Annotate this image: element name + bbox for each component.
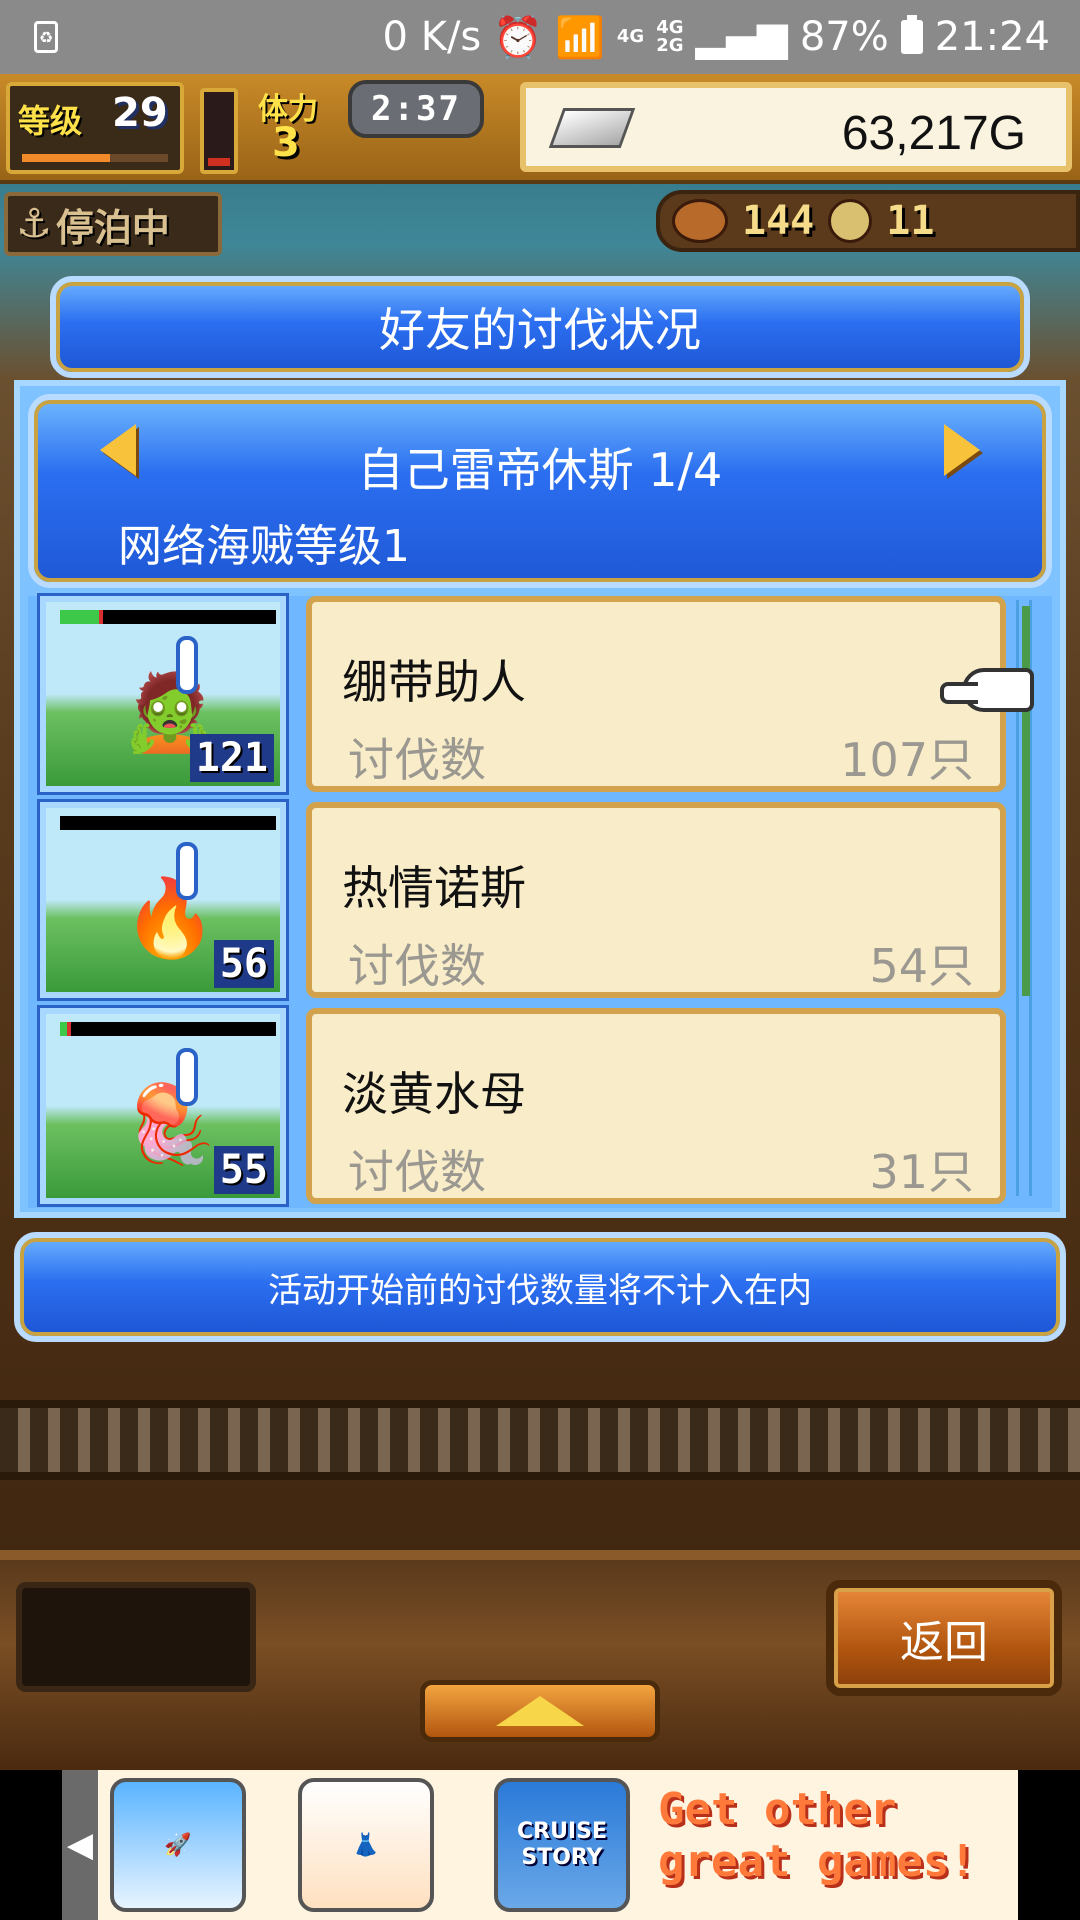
scrollbar-thumb[interactable] [1022, 606, 1030, 996]
gold-value: 63,217G [841, 107, 1026, 160]
status-bar: ♻ 0 K/s ⏰ 📶 4G 4G 2G ▂▄▆ 87% 21:24 [0, 0, 1080, 74]
monster-level: 56 [213, 940, 274, 988]
expand-menu-button[interactable] [420, 1680, 660, 1742]
gold-box: 63,217G [520, 82, 1072, 172]
monster-info-card[interactable]: 淡黄水母 讨伐数 31只 [306, 1008, 1006, 1204]
monster-name: 绷带助人 [342, 655, 526, 709]
clock: 21:24 [934, 14, 1050, 60]
monster-name: 热情诺斯 [342, 861, 526, 915]
network-type-dual-bottom: 2G [656, 35, 684, 56]
kill-label: 讨伐数 [348, 733, 486, 787]
food-count: 144 [742, 198, 815, 244]
level-progress-fill [22, 154, 110, 162]
ad-game-tile-cruise[interactable]: CRUISE STORY [494, 1778, 630, 1912]
dock-status-label: 停泊中 [55, 205, 170, 250]
list-item[interactable]: 🧟 121 绷带助人 讨伐数 107只 [34, 593, 1014, 795]
network-speed: 0 K/s [382, 14, 482, 60]
ad-tile-title: CRUISE STORY [516, 1819, 607, 1870]
kill-count: 107只 [840, 733, 974, 787]
exclamation-icon [176, 636, 198, 694]
player-rank: 网络海贼等级1 [118, 521, 410, 572]
exclamation-icon [176, 1048, 198, 1106]
level-box: 等级 29 [6, 82, 184, 174]
stamina-timer: 2:37 [348, 80, 484, 138]
monster-thumbnail: 🔥 56 [37, 799, 289, 1001]
monster-level: 121 [189, 734, 274, 782]
hp-bar [60, 1022, 276, 1036]
monster-thumbnail: 🧟 121 [37, 593, 289, 795]
pointing-hand-icon [940, 668, 1034, 712]
battery-icon [900, 15, 923, 54]
hp-bar [60, 610, 276, 624]
monster-list[interactable]: 🧟 121 绷带助人 讨伐数 107只 🔥 56 热情诺斯 讨伐数 54只 🪼 … [28, 593, 1052, 1208]
kill-label: 讨伐数 [348, 939, 486, 993]
hp-fill [60, 610, 104, 624]
monster-name: 淡黄水母 [342, 1067, 526, 1121]
exclamation-icon [176, 842, 198, 900]
level-value: 29 [112, 90, 168, 136]
food-icon [672, 199, 728, 243]
monster-info-card[interactable]: 热情诺斯 讨伐数 54只 [306, 802, 1006, 998]
dialog-title: 好友的讨伐状况 [50, 276, 1030, 378]
kill-count: 31只 [869, 1145, 974, 1199]
wifi-icon: 📶 [555, 14, 605, 61]
kill-count: 54只 [869, 939, 974, 993]
ad-left-arrow-icon[interactable]: ◀ [62, 1770, 98, 1920]
signal-icon: ▂▄▆ [695, 14, 788, 60]
back-button[interactable]: 返回 [826, 1580, 1062, 1696]
ad-headline[interactable]: Get other great games! [658, 1784, 1018, 1888]
empty-slot [16, 1582, 256, 1692]
silver-ingot-icon [548, 108, 636, 148]
stamina-value: 3 [272, 120, 300, 166]
next-player-button[interactable] [944, 424, 980, 476]
stamina-fill [208, 158, 230, 166]
level-progress-bar [20, 152, 170, 164]
anchor-icon: ⚓ [16, 201, 52, 247]
kill-label: 讨伐数 [348, 1145, 486, 1199]
player-header: 自己雷帝休斯 1/4 网络海贼等级1 [28, 394, 1052, 588]
monster-info-card[interactable]: 绷带助人 讨伐数 107只 [306, 596, 1006, 792]
dialog-footer-note: 活动开始前的讨伐数量将不计入在内 [14, 1232, 1066, 1342]
recycle-icon: ♻ [34, 21, 58, 53]
monster-level: 55 [213, 1146, 274, 1194]
battery-percent: 87% [799, 14, 889, 60]
stamina-gauge [200, 88, 238, 174]
coin-count: 11 [886, 198, 935, 244]
list-item[interactable]: 🪼 55 淡黄水母 讨伐数 31只 [34, 1005, 1014, 1207]
alarm-icon: ⏰ [493, 14, 544, 61]
top-hud: 等级 29 体力 3 2:37 63,217G [0, 74, 1080, 184]
dock-status[interactable]: ⚓ 停泊中 [4, 192, 222, 256]
level-label: 等级 [18, 102, 83, 140]
list-item[interactable]: 🔥 56 热情诺斯 讨伐数 54只 [34, 799, 1014, 1001]
coin-icon [828, 199, 873, 243]
monster-sprite: 🔥 [122, 873, 218, 962]
monster-thumbnail: 🪼 55 [37, 1005, 289, 1207]
ad-game-tile-space[interactable]: 🚀 [110, 1778, 246, 1912]
up-arrow-icon [496, 1696, 584, 1726]
resource-bar: 144 11 [656, 190, 1080, 252]
hp-fill [60, 1022, 71, 1036]
hp-bar [60, 816, 276, 830]
network-type: 4G [616, 26, 645, 47]
deck-railing [0, 1400, 1080, 1480]
player-name: 自己雷帝休斯 1/4 [357, 443, 723, 497]
ad-banner[interactable]: ◀ 🚀 👗 CRUISE STORY Get other great games… [0, 1770, 1080, 1920]
dual-network: 4G 2G [656, 19, 683, 55]
ad-game-tile-fashion[interactable]: 👗 [298, 1778, 434, 1912]
monster-sprite: 🪼 [122, 1079, 218, 1168]
